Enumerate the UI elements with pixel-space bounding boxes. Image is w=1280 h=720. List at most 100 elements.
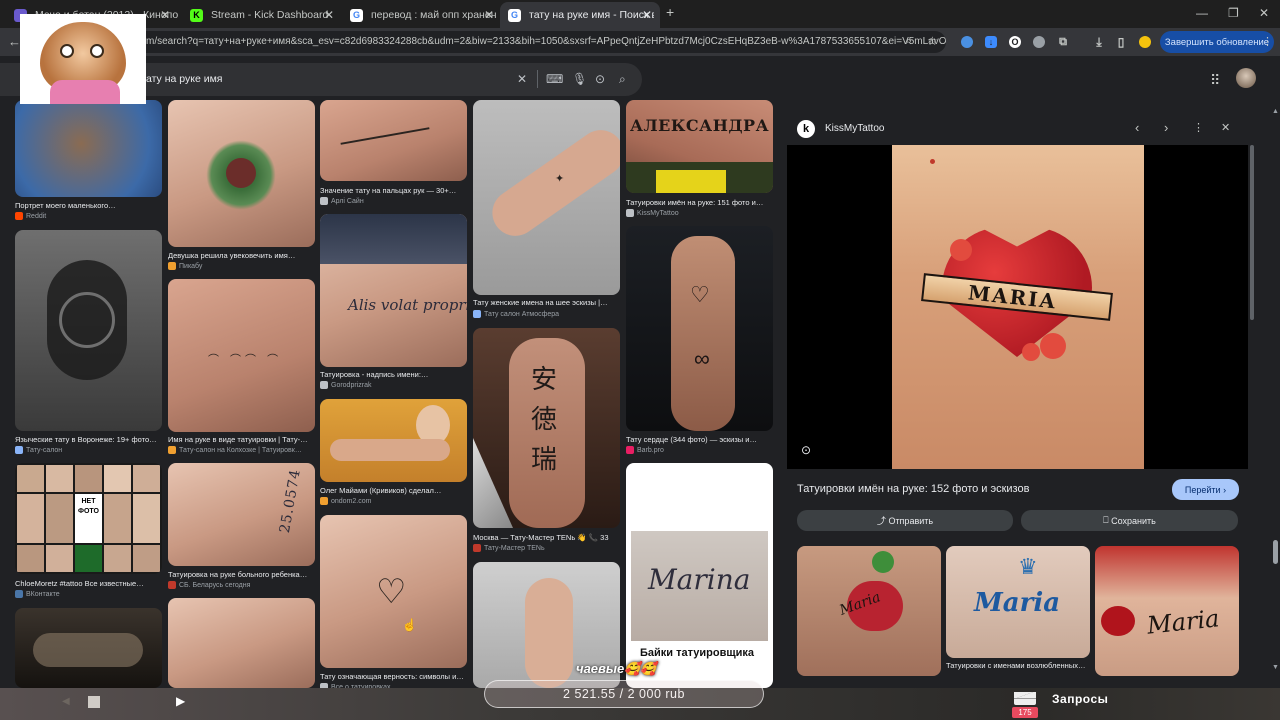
mouse-cursor-icon: ☝ <box>402 618 417 632</box>
result-image[interactable]: ⌒ ⌒⌒ ⌒ <box>168 279 315 432</box>
result-image[interactable]: АЛЕКСАНДРА <box>626 100 773 193</box>
result-source[interactable]: KissMyTattoo <box>626 209 679 217</box>
clear-search-icon[interactable]: ✕ <box>517 72 527 86</box>
visit-label: Перейти <box>1184 484 1221 495</box>
result-image[interactable] <box>15 100 162 197</box>
result-caption[interactable]: Портрет моего маленького… <box>15 201 162 210</box>
address-bar[interactable]: m/search?q=тату+на+руке+имя&sca_esv=c82d… <box>30 31 946 53</box>
tab-translate-search[interactable]: G перевод : май опп хранен трейд ✕ <box>342 2 502 28</box>
result-caption[interactable]: Татуировка - надпись имени:… <box>320 370 467 379</box>
result-image[interactable] <box>320 100 467 181</box>
result-source[interactable]: Barb.pro <box>626 446 664 454</box>
result-caption[interactable]: Олег Майами (Кривиков) сделал… <box>320 486 467 495</box>
more-options-icon[interactable]: ⋮ <box>1193 121 1204 134</box>
result-source[interactable]: Gorodprizrak <box>320 381 371 389</box>
related-image[interactable]: Maria <box>797 546 941 676</box>
lens-search-image-icon[interactable]: ⊙ <box>801 443 811 457</box>
search-input[interactable]: ату на руке имя <box>146 73 222 85</box>
related-image[interactable]: ♛ Maria <box>946 546 1090 658</box>
extension-blue-icon[interactable] <box>961 36 973 48</box>
close-tab-icon[interactable]: ✕ <box>160 8 170 22</box>
previous-image-icon[interactable]: ‹ <box>1135 120 1139 135</box>
result-image[interactable]: Alis volat propriis <box>320 214 467 367</box>
close-panel-icon[interactable]: ✕ <box>1221 121 1230 134</box>
related-image[interactable]: Maria <box>1095 546 1239 676</box>
result-source[interactable]: Тату-Мастер TENь <box>473 544 545 552</box>
result-image[interactable] <box>15 230 162 431</box>
close-window-icon[interactable]: ✕ <box>1259 6 1269 20</box>
panel-scrollbar-thumb[interactable] <box>1250 145 1254 320</box>
panel-image-title[interactable]: Татуировки имён на руке: 152 фото и эски… <box>797 483 1029 495</box>
result-caption[interactable]: ChloeMoretz #tattoo Все известные… <box>15 579 162 588</box>
search-icon[interactable]: ⌕ <box>619 72 626 87</box>
visit-button[interactable]: Перейти › <box>1172 479 1239 500</box>
preview-image-frame[interactable]: MARIA ⊙ <box>787 145 1248 469</box>
download-ext-icon[interactable]: ↓ <box>985 36 997 48</box>
result-caption[interactable]: Имя на руке в виде татуировки | Тату-… <box>168 435 315 444</box>
result-source[interactable]: Reddit <box>15 212 46 220</box>
tab-tattoo-search[interactable]: G тату на руке имя - Поиск в Google ✕ <box>500 2 660 28</box>
next-image-icon[interactable]: › <box>1164 120 1168 135</box>
extensions-puzzle-icon[interactable]: ⧉ <box>1057 36 1069 48</box>
zoom-icon[interactable]: ⌕ <box>906 35 912 48</box>
result-image[interactable]: ♡ <box>320 515 467 668</box>
result-source[interactable]: СБ. Беларусь сегодня <box>168 581 250 589</box>
result-image[interactable] <box>15 608 162 688</box>
close-tab-icon[interactable]: ✕ <box>642 8 652 22</box>
result-caption[interactable]: Девушка решила увековечить имя… <box>168 251 315 260</box>
result-image-video[interactable]: Marina Байки татуировщика <box>626 463 773 688</box>
result-source[interactable]: Арлі Сайн <box>320 197 364 205</box>
result-caption[interactable]: Языческие тату в Воронеже: 19+ фото… <box>15 435 162 444</box>
new-tab-icon[interactable]: + <box>666 4 674 20</box>
result-caption[interactable]: Тату означающая верность: символы и… <box>320 672 467 681</box>
result-image[interactable]: ✦ <box>473 100 620 295</box>
scroll-up-icon[interactable]: ▲ <box>1272 108 1279 115</box>
result-source[interactable]: ondom2.com <box>320 497 371 505</box>
share-button[interactable]: ⤴ Отправить <box>797 510 1013 531</box>
result-source[interactable]: Пикабу <box>168 262 202 270</box>
page-scrollbar[interactable]: ▲ ▼ <box>1272 108 1279 676</box>
result-caption[interactable]: Тату сердце (344 фото) — эскизы и… <box>626 435 773 444</box>
profile-avatar-icon[interactable] <box>1139 36 1151 48</box>
side-panel-icon[interactable]: ▯ <box>1115 36 1127 48</box>
result-caption[interactable]: Татуировка на руке больного ребенка… <box>168 570 315 579</box>
account-avatar[interactable] <box>1236 68 1256 88</box>
result-image[interactable]: ♡ ∞ <box>626 226 773 431</box>
scroll-down-icon[interactable]: ▼ <box>1272 664 1279 671</box>
result-caption[interactable]: Тату женские имена на шее эскизы |… <box>473 298 620 307</box>
result-caption[interactable]: Татуировки имён на руке: 151 фото и… <box>626 198 773 207</box>
lens-search-icon[interactable]: ⊙ <box>595 72 605 86</box>
result-image[interactable]: 安徳瑞 <box>473 328 620 528</box>
result-image[interactable]: 25.0574 <box>168 463 315 566</box>
tab-kick-dashboard[interactable]: K Stream - Kick Dashboard ✕ <box>182 2 342 28</box>
result-source[interactable]: Тату-салон на Колхозке | Татуировк… <box>168 446 315 454</box>
save-button[interactable]: ⎕ Сохранить <box>1021 510 1238 531</box>
close-tab-icon[interactable]: ✕ <box>324 8 334 22</box>
related-caption[interactable]: Татуировки с именами возлюбленных… <box>946 661 1090 670</box>
panel-site-name[interactable]: KissMyTattoo <box>825 123 884 134</box>
bookmark-star-icon[interactable]: ☆ <box>927 34 938 48</box>
result-caption[interactable]: Значение тату на пальцах рук — 30+… <box>320 186 467 195</box>
close-tab-icon[interactable]: ✕ <box>484 8 494 22</box>
result-source[interactable]: Тату-салон <box>15 446 62 454</box>
restore-icon[interactable]: ❐ <box>1228 6 1239 20</box>
result-caption[interactable]: Москва — Тату-Мастер TENь 👋 📞 33 <box>473 533 620 542</box>
scrollbar-thumb[interactable] <box>1273 540 1278 564</box>
result-image[interactable] <box>168 100 315 247</box>
result-source[interactable]: Тату салон Атмосфера <box>473 310 559 318</box>
extension-o-icon[interactable]: O <box>1009 36 1021 48</box>
source-label: ВКонтакте <box>26 590 60 598</box>
apps-grid-icon[interactable]: ⠿ <box>1210 72 1220 89</box>
result-image[interactable] <box>168 598 315 688</box>
minimize-icon[interactable]: — <box>1196 6 1208 20</box>
finish-update-button[interactable]: Завершить обновление <box>1160 31 1274 53</box>
downloads-icon[interactable]: ⤓ <box>1093 36 1105 48</box>
voice-search-icon[interactable]: 🎙︎ <box>572 72 587 86</box>
result-image[interactable] <box>320 399 467 482</box>
keyboard-icon[interactable]: ⌨ <box>546 72 563 86</box>
result-source[interactable]: ВКонтакте <box>15 590 60 598</box>
tattoo-inscription: Maria <box>974 588 1061 618</box>
extension-gray-icon[interactable] <box>1033 36 1045 48</box>
result-image-collage[interactable]: НЕТ ФОТО <box>15 463 162 574</box>
menu-dots-icon[interactable]: ⋮ <box>1262 35 1273 48</box>
